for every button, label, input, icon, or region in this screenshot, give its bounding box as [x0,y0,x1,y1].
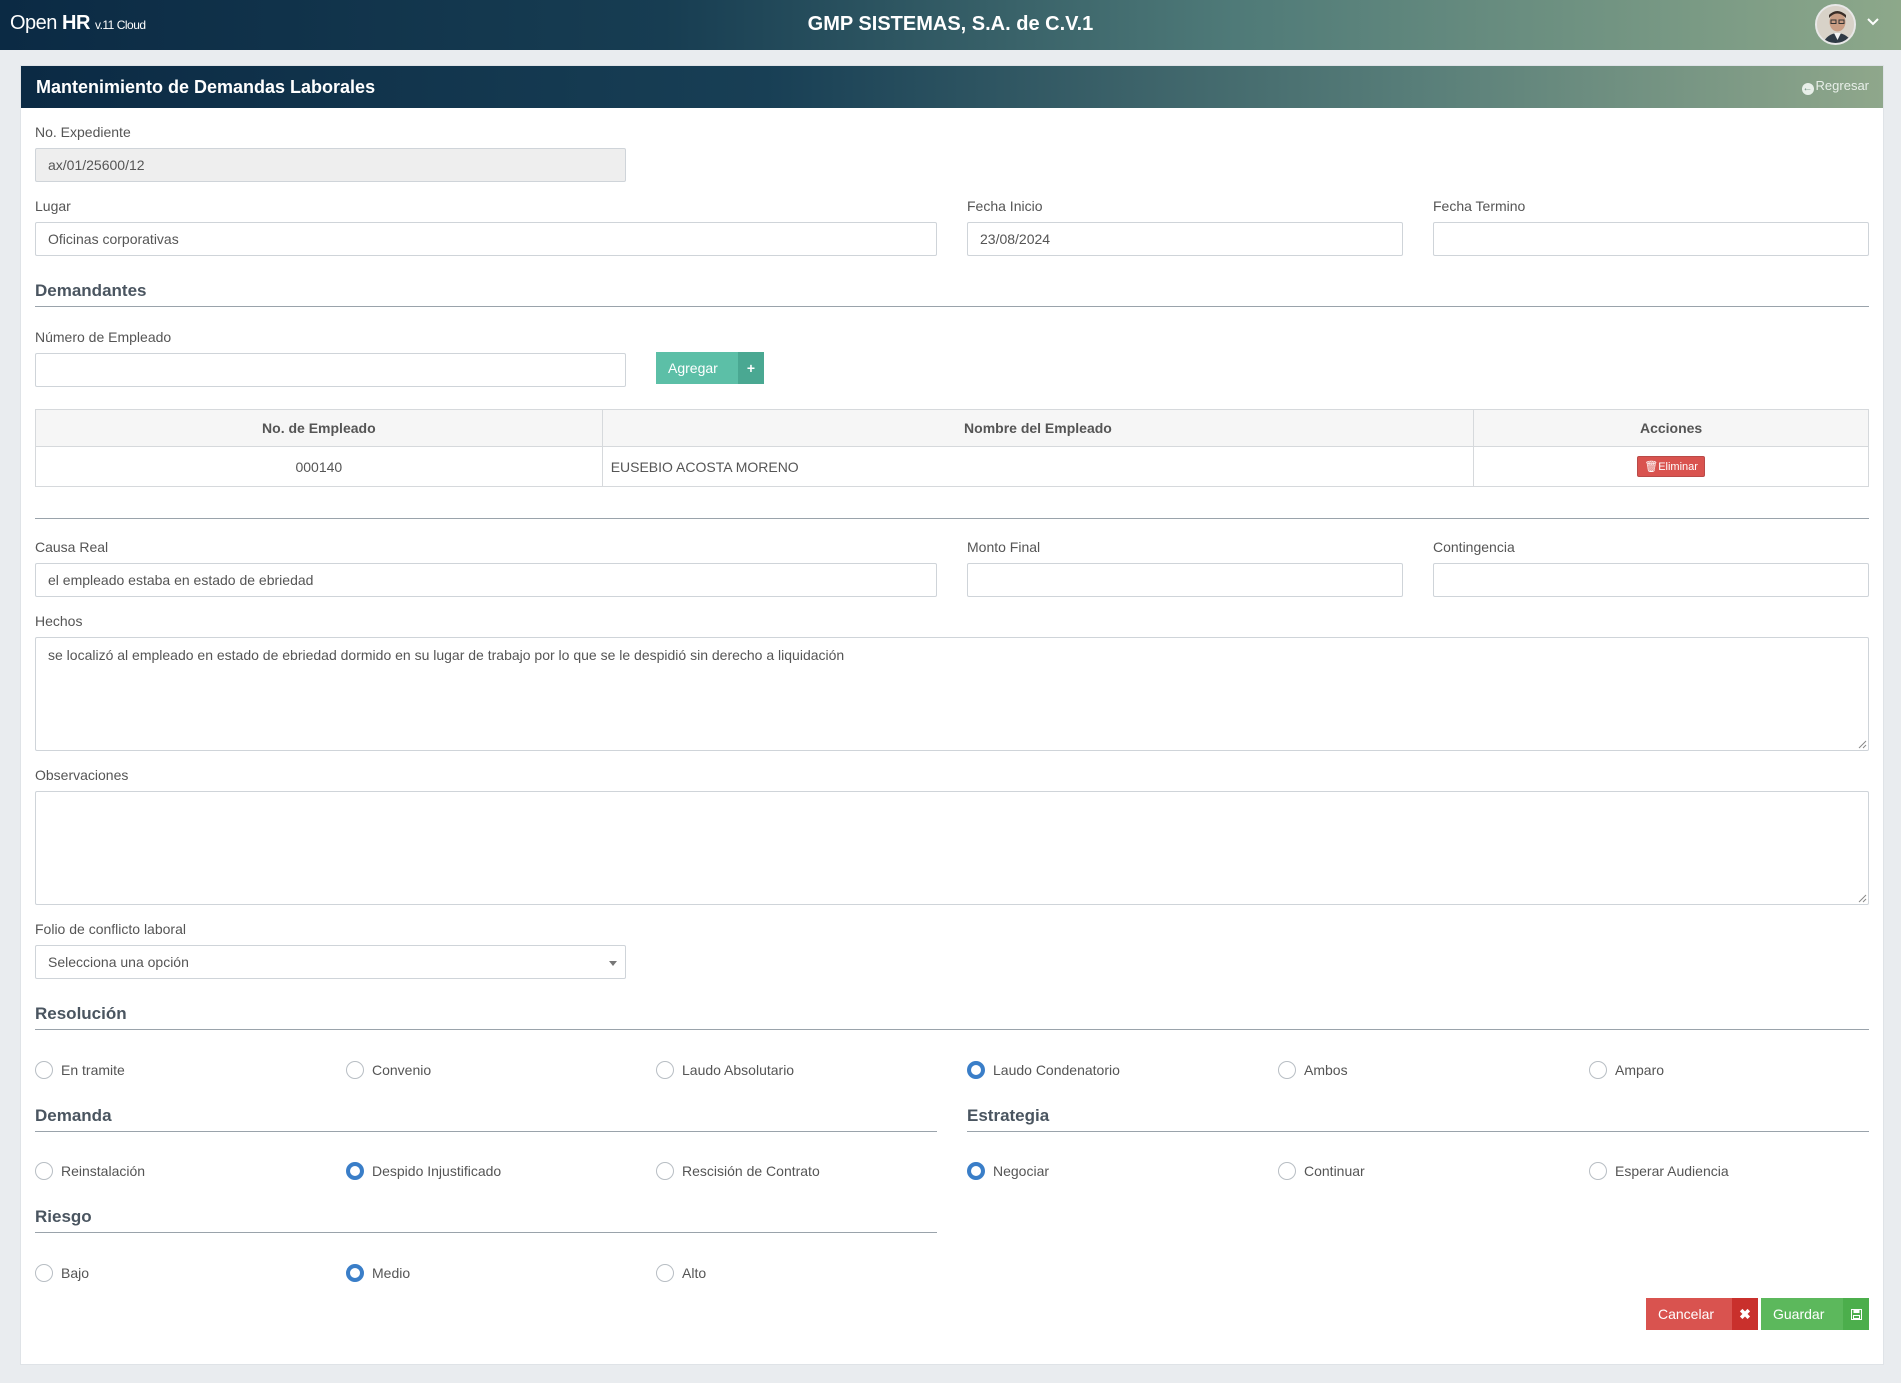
back-link-label: Regresar [1815,78,1869,93]
observaciones-label: Observaciones [35,767,129,783]
contingencia-label: Contingencia [1433,539,1515,555]
folio-select[interactable]: Selecciona una opción [35,945,626,979]
radio-circle-icon [346,1061,364,1079]
agregar-button-label: Agregar [668,360,718,376]
radio-circle-icon [1278,1162,1296,1180]
demandantes-table: No. de Empleado Nombre del Empleado Acci… [35,409,1869,487]
radio-circle-icon [656,1162,674,1180]
panel-header: Mantenimiento de Demandas Laborales ← Reg… [21,66,1883,108]
eliminar-button-label: Eliminar [1658,461,1698,473]
save-button-label: Guardar [1773,1306,1825,1322]
trash-icon: 🗑 [1644,461,1659,473]
radio-circle-icon [35,1061,53,1079]
fecha-inicio-label: Fecha Inicio [967,198,1043,214]
radio-circle-icon [1278,1061,1296,1079]
lugar-label: Lugar [35,198,71,214]
radio-circle-icon [1589,1162,1607,1180]
cancel-button-label: Cancelar [1658,1306,1715,1322]
fecha-termino-field[interactable] [1433,222,1869,256]
company-name: GMP SISTEMAS, S.A. de C.V.1 [807,13,1094,35]
fecha-inicio-field[interactable]: 23/08/2024 [967,222,1403,256]
table-cell-acciones: 🗑Eliminar [1473,446,1869,487]
causa-label: Causa Real [35,539,109,555]
plus-icon: + [738,352,764,384]
causa-field[interactable]: el empleado estaba en estado de ebriedad [35,563,937,597]
save-button[interactable]: Guardar [1761,1298,1869,1330]
main-panel: Mantenimiento de Demandas Laborales ← Reg… [20,65,1884,1365]
agregar-button[interactable]: Agregar + [656,352,764,384]
divider [35,306,1869,307]
monto-label: Monto Final [967,539,1041,555]
back-link[interactable]: ← Regresar [1801,78,1869,95]
table-header-nombre[interactable]: Nombre del Empleado [601,409,1475,447]
hechos-label: Hechos [35,613,83,629]
radio-circle-icon [35,1162,53,1180]
expediente-label: No. Expediente [35,124,131,140]
resize-grip-icon[interactable] [1857,739,1867,749]
close-icon: ✖ [1732,1298,1758,1330]
divider [35,1131,937,1132]
resize-grip-icon[interactable] [1857,893,1867,903]
table-header-acciones: Acciones [1473,409,1869,447]
num-empleado-input[interactable] [35,353,626,387]
folio-select-value: Selecciona una opción [48,954,189,970]
monto-field[interactable] [967,563,1403,597]
radio-circle-icon [1589,1061,1607,1079]
lugar-field[interactable]: Oficinas corporativas [35,222,937,256]
table-cell-numero: 000140 [35,446,603,487]
fecha-termino-label: Fecha Termino [1433,198,1526,214]
demandantes-section-title: Demandantes [35,281,147,300]
estrategia-section-title: Estrategia [967,1106,1050,1125]
user-avatar[interactable] [1815,4,1856,45]
divider [35,1232,937,1233]
radio-selected-icon [967,1162,985,1180]
radio-circle-icon [656,1061,674,1079]
radio-selected-icon [967,1061,985,1079]
table-row: 000140 EUSEBIO ACOSTA MORENO 🗑Eliminar [35,446,1869,487]
num-empleado-label: Número de Empleado [35,329,172,345]
user-avatar-icon [1817,6,1854,43]
cancel-button[interactable]: Cancelar ✖ [1646,1298,1758,1330]
divider [967,1131,1869,1132]
radio-circle-icon [35,1264,53,1282]
page-title: Mantenimiento de Demandas Laborales [36,77,376,97]
riesgo-section-title: Riesgo [35,1207,92,1226]
divider [35,518,1869,519]
radio-selected-icon [346,1264,364,1282]
contingencia-field[interactable] [1433,563,1869,597]
chevron-down-icon[interactable] [1866,14,1880,30]
demanda-section-title: Demanda [35,1106,112,1125]
hechos-textarea[interactable]: se localizó al empleado en estado de ebr… [35,637,1869,751]
radio-circle-icon [656,1264,674,1282]
radio-selected-icon [346,1162,364,1180]
divider [35,1029,1869,1030]
caret-down-icon [609,961,617,966]
folio-label: Folio de conflicto laboral [35,921,186,937]
top-bar: Open HR v.11 Cloud GMP SISTEMAS, S.A. de… [0,0,1901,50]
table-cell-nombre: EUSEBIO ACOSTA MORENO [601,446,1475,487]
table-header-numero[interactable]: No. de Empleado [35,409,603,447]
eliminar-button[interactable]: 🗑Eliminar [1637,456,1705,477]
arrow-left-circle-icon: ← [1801,83,1814,95]
observaciones-textarea[interactable] [35,791,1869,905]
resolucion-section-title: Resolución [35,1004,127,1023]
expediente-field[interactable]: ax/01/25600/12 [35,148,626,182]
floppy-disk-icon [1843,1298,1869,1330]
